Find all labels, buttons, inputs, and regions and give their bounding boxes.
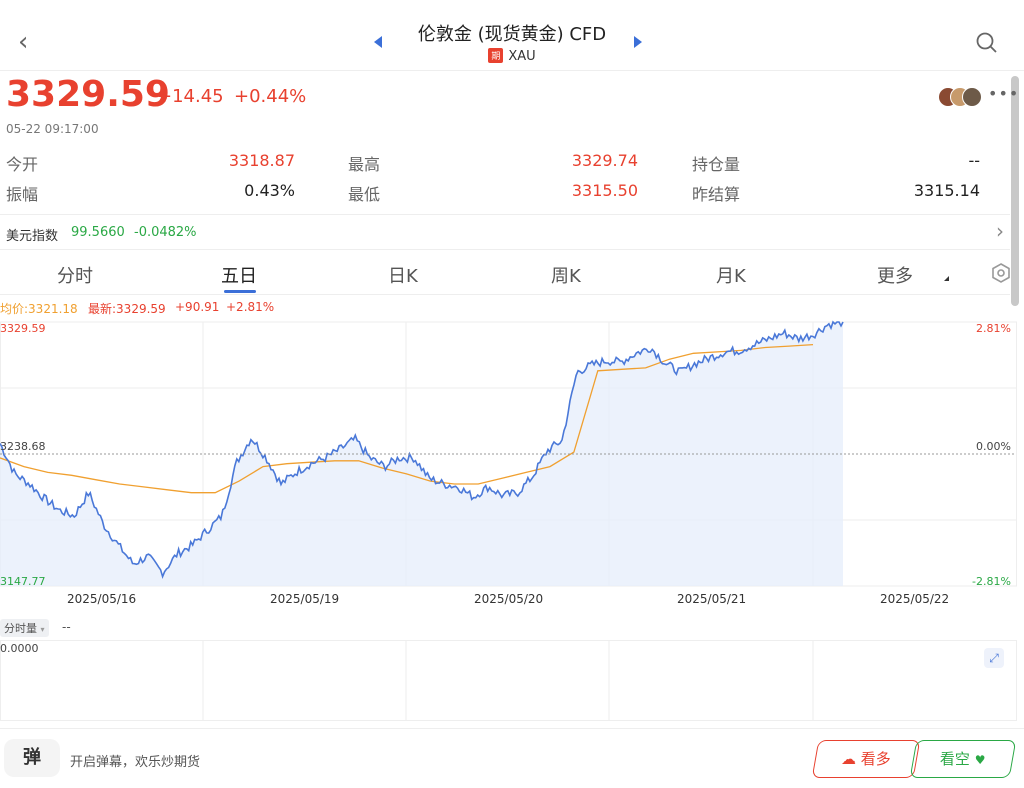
go-short-label: 看空: [940, 750, 971, 768]
low-label: 最低: [348, 185, 381, 204]
prev-settle-label: 昨结算: [692, 185, 741, 204]
tab-intraday[interactable]: 分时: [57, 262, 93, 288]
heart-icon: ♥: [974, 753, 986, 767]
volume-axis-label: 0.0000: [0, 642, 39, 655]
tab-daily-k[interactable]: 日K: [388, 262, 418, 288]
volume-value: --: [62, 620, 71, 634]
price-change-pct: +0.44%: [234, 86, 307, 107]
avatar: [962, 87, 982, 107]
settings-icon[interactable]: [990, 262, 1012, 284]
dollar-index-row[interactable]: 美元指数 99.5660 -0.0482% ›: [0, 215, 1010, 249]
scrollbar[interactable]: [1011, 76, 1019, 306]
five-day-chart[interactable]: [0, 318, 1018, 592]
cloud-icon: ☁: [841, 750, 857, 768]
x-tick-label: 2025/05/16: [67, 592, 137, 606]
go-long-button[interactable]: ☁ 看多: [811, 740, 921, 778]
pct-bottom-label: -2.81%: [972, 575, 1011, 588]
more-icon[interactable]: •••: [988, 84, 1019, 103]
danmu-prompt[interactable]: 开启弹幕，欢乐炒期货: [70, 751, 200, 770]
go-long-label: 看多: [860, 750, 891, 768]
volume-chart: [0, 640, 1017, 721]
expand-icon[interactable]: ⤢: [984, 648, 1004, 668]
volume-tab-label: 分时量: [4, 622, 37, 635]
chevron-right-icon: ›: [996, 219, 1004, 243]
next-instrument-icon[interactable]: [634, 36, 642, 48]
amplitude-value: 0.43%: [244, 181, 295, 200]
active-tab-indicator: [224, 290, 256, 293]
dropdown-corner-icon: [944, 276, 949, 281]
legend-latest: 最新:3329.59: [88, 302, 166, 316]
divider: [0, 249, 1010, 250]
open-interest-label: 持仓量: [692, 155, 741, 174]
price-change: +14.45: [157, 86, 224, 107]
legend-diff: +90.91: [175, 300, 220, 314]
x-tick-label: 2025/05/21: [677, 592, 747, 606]
x-tick-label: 2025/05/22: [880, 592, 950, 606]
pct-mid-label: 0.00%: [976, 440, 1011, 453]
y-bottom-label: 3147.77: [0, 575, 46, 588]
open-label: 今开: [6, 155, 39, 174]
volume-selector[interactable]: 分时量 ▾: [0, 619, 49, 637]
tab-more[interactable]: 更多: [877, 262, 913, 288]
x-tick-label: 2025/05/20: [474, 592, 544, 606]
dollar-index-label: 美元指数: [6, 229, 59, 244]
search-icon[interactable]: [976, 32, 998, 54]
last-price: 3329.59: [6, 74, 170, 115]
nav-bar: ‹ 伦敦金 (现货黄金) CFD 期 XAU: [0, 0, 1024, 70]
y-top-label: 3329.59: [0, 322, 46, 335]
tab-monthly-k[interactable]: 月K: [716, 262, 746, 288]
open-value: 3318.87: [228, 151, 295, 170]
low-value: 3315.50: [571, 181, 638, 200]
pct-top-label: 2.81%: [976, 322, 1011, 335]
legend-pct: +2.81%: [226, 300, 275, 314]
high-label: 最高: [348, 155, 381, 174]
amplitude-label: 振幅: [6, 185, 39, 204]
quote-timestamp: 05-22 09:17:00: [6, 122, 99, 136]
tab-weekly-k[interactable]: 周K: [551, 262, 581, 288]
high-value: 3329.74: [571, 151, 638, 170]
open-interest-value: --: [968, 151, 980, 170]
chevron-down-icon: ▾: [40, 625, 45, 634]
symbol-label: XAU: [508, 49, 536, 64]
divider: [0, 728, 1024, 729]
legend-avg: 均价:3321.18: [0, 302, 78, 316]
x-tick-label: 2025/05/19: [270, 592, 340, 606]
divider: [0, 70, 1024, 71]
divider: [0, 294, 1010, 295]
subtitle: 期 XAU: [0, 48, 1024, 64]
dollar-index-value: 99.5660: [71, 225, 125, 240]
dollar-index-change: -0.0482%: [134, 225, 197, 240]
page-title: 伦敦金 (现货黄金) CFD: [417, 24, 607, 45]
y-mid-label: 3238.68: [0, 440, 46, 453]
danmu-toggle-icon[interactable]: 弹: [4, 739, 60, 777]
futures-badge: 期: [488, 48, 504, 63]
prev-settle-value: 3315.14: [913, 181, 980, 200]
prev-instrument-icon[interactable]: [374, 36, 382, 48]
tab-five-day[interactable]: 五日: [221, 262, 257, 288]
go-short-button[interactable]: 看空 ♥: [909, 740, 1017, 778]
